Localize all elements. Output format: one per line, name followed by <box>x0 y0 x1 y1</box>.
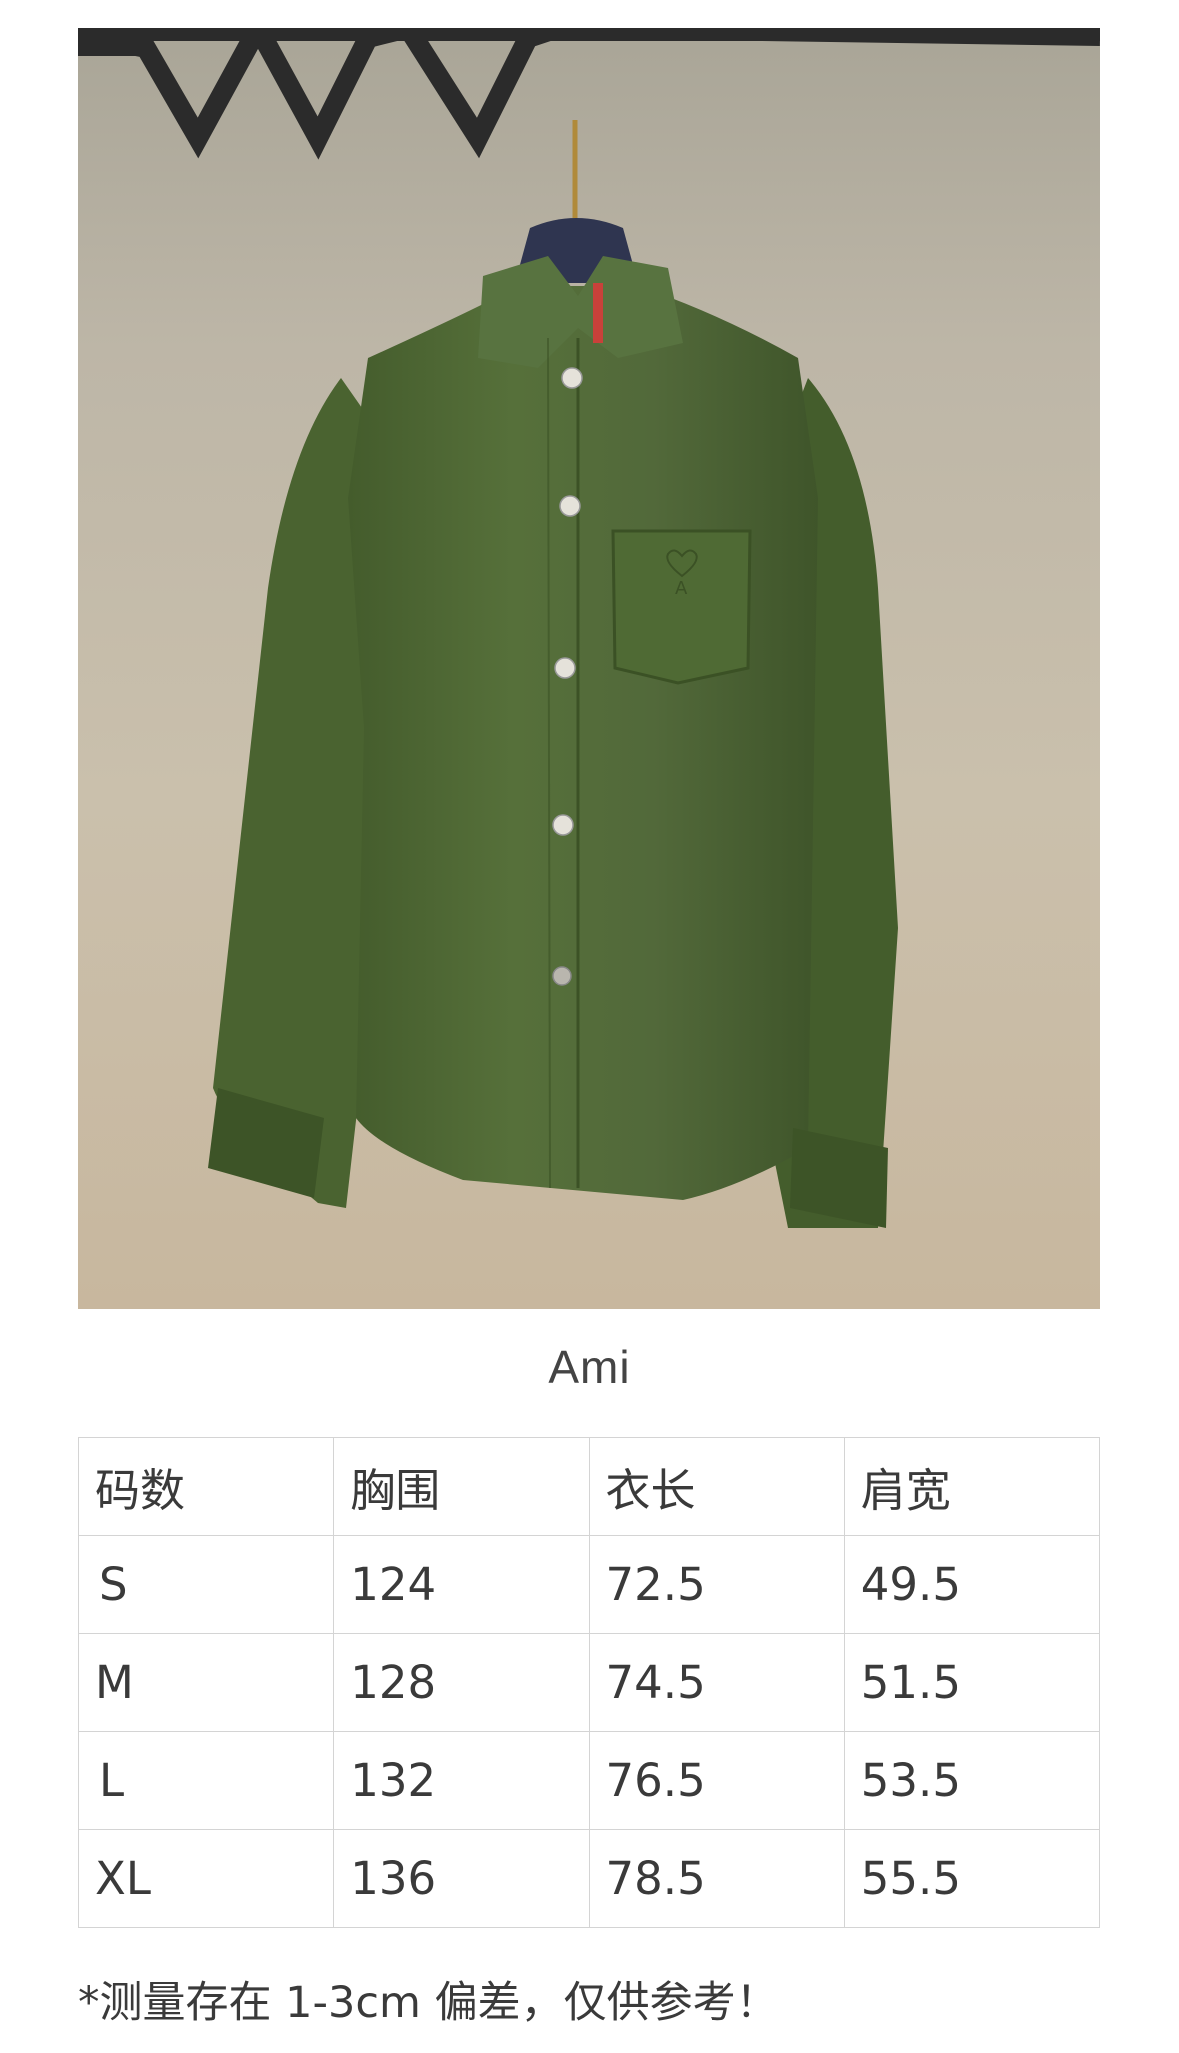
chest-cell: 128 <box>333 1633 590 1732</box>
brand-title: Ami <box>548 1341 631 1393</box>
header-size: 码数 <box>77 1437 335 1536</box>
shoulder-cell: 49.5 <box>843 1535 1101 1634</box>
table-row: M 128 74.5 51.5 <box>77 1633 1101 1732</box>
size-chart-table: 码数 胸围 衣长 肩宽 S 124 72.5 49.5 M 128 74.5 5… <box>77 1437 1101 1928</box>
length-cell: 76.5 <box>588 1731 845 1830</box>
chest-cell: 132 <box>333 1731 590 1830</box>
size-cell: L <box>77 1731 335 1830</box>
header-chest: 胸围 <box>333 1437 590 1536</box>
header-length: 衣长 <box>588 1437 845 1536</box>
shoulder-cell: 53.5 <box>843 1731 1101 1830</box>
chest-cell: 124 <box>333 1535 590 1634</box>
shoulder-cell: 55.5 <box>843 1829 1101 1928</box>
length-cell: 72.5 <box>588 1535 845 1634</box>
size-cell: M <box>77 1633 335 1732</box>
header-shoulder: 肩宽 <box>843 1437 1101 1536</box>
table-row: S 124 72.5 49.5 <box>77 1535 1101 1634</box>
svg-text:A: A <box>675 578 688 599</box>
shoulder-cell: 51.5 <box>843 1633 1101 1732</box>
product-photo: A <box>78 28 1100 1309</box>
length-cell: 74.5 <box>588 1633 845 1732</box>
table-row: L 132 76.5 53.5 <box>77 1731 1101 1830</box>
shirt-illustration: A <box>78 28 1100 1309</box>
table-row: XL 136 78.5 55.5 <box>77 1829 1101 1928</box>
chest-cell: 136 <box>333 1829 590 1928</box>
table-header-row: 码数 胸围 衣长 肩宽 <box>77 1437 1101 1536</box>
length-cell: 78.5 <box>588 1829 845 1928</box>
measurement-note: *测量存在 1-3cm 偏差，仅供参考！ <box>78 1978 779 2028</box>
size-cell: XL <box>77 1829 335 1928</box>
size-cell: S <box>77 1535 335 1634</box>
